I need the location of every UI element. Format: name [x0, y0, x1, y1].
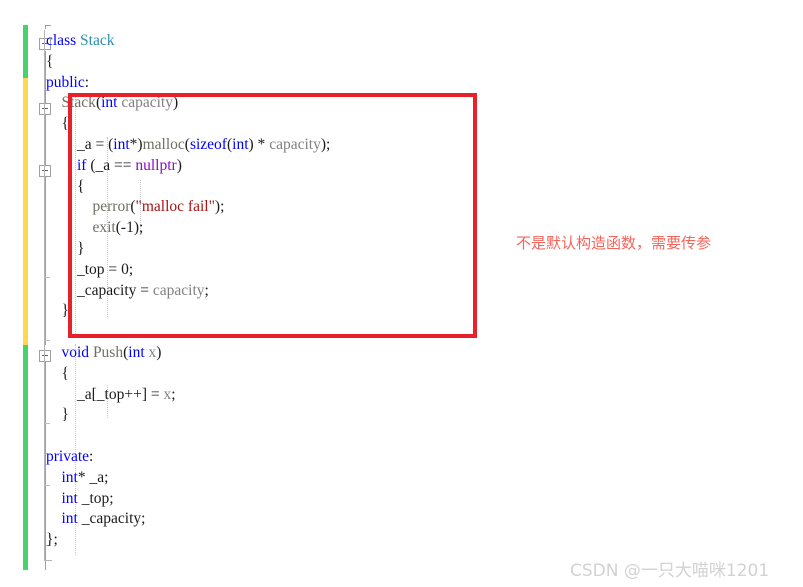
- code-line[interactable]: void Push(int x): [46, 343, 330, 364]
- code-token: ;: [171, 385, 176, 403]
- code-line[interactable]: [46, 18, 330, 31]
- code-token: int: [128, 343, 145, 361]
- code-line[interactable]: int _capacity;: [46, 509, 330, 530]
- code-token: }: [61, 406, 69, 424]
- code-token: * _a;: [77, 468, 109, 486]
- csdn-watermark: CSDN @一只大喵咪1201: [570, 561, 770, 581]
- code-line[interactable]: class Stack: [46, 31, 330, 52]
- code-token: _a[_top++] =: [77, 385, 164, 403]
- code-token: {: [46, 52, 54, 70]
- annotation-text: 不是默认构造函数，需要传参: [516, 234, 712, 252]
- code-token: Push: [92, 343, 124, 361]
- code-line[interactable]: int _top;: [46, 489, 330, 510]
- code-line[interactable]: {: [46, 52, 330, 73]
- code-line[interactable]: };: [46, 530, 330, 551]
- class-block-structure-line: [44, 30, 45, 560]
- code-token: void: [61, 343, 90, 361]
- change-bar-unsaved: [23, 78, 28, 345]
- code-token: int: [61, 489, 78, 507]
- code-token: Stack: [80, 32, 115, 49]
- code-token: int: [61, 510, 78, 528]
- code-line[interactable]: [46, 426, 330, 447]
- code-line[interactable]: private:: [46, 447, 330, 468]
- code-editor-surface[interactable]: class Stack{public: Stack(int capacity) …: [0, 0, 803, 587]
- code-token: :: [89, 447, 94, 465]
- code-line[interactable]: }: [46, 405, 330, 426]
- red-highlight-rectangle: [68, 93, 477, 338]
- code-token: ): [156, 343, 162, 361]
- code-token: {: [61, 364, 69, 382]
- change-bar-saved-bottom: [23, 345, 28, 570]
- code-line[interactable]: {: [46, 364, 330, 385]
- code-token: public: [46, 73, 85, 91]
- code-token: private: [46, 447, 90, 465]
- code-line[interactable]: int* _a;: [46, 468, 330, 489]
- change-bar-saved-top: [23, 25, 28, 78]
- code-line[interactable]: _a[_top++] = x;: [46, 385, 330, 406]
- code-line[interactable]: public:: [46, 73, 330, 94]
- code-token: };: [46, 531, 58, 549]
- code-token: :: [84, 73, 90, 91]
- code-token: _capacity;: [77, 510, 146, 528]
- class-block-structure-foot: [44, 560, 52, 561]
- code-token: class: [46, 32, 81, 49]
- code-token: int: [61, 468, 78, 486]
- code-token: _top;: [77, 489, 114, 507]
